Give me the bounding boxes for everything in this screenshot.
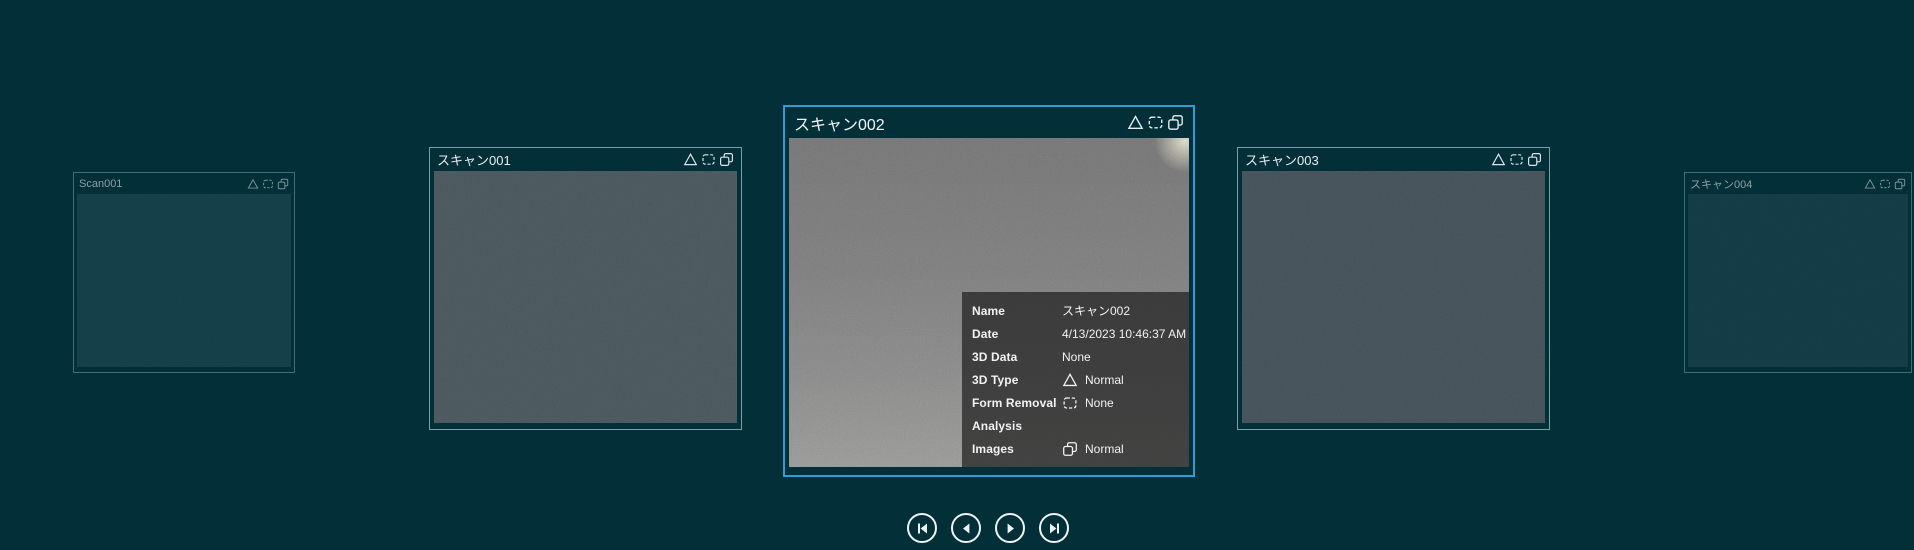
images-icon	[1168, 115, 1183, 130]
scan-status-icons	[1491, 152, 1542, 167]
last-button[interactable]	[1039, 513, 1069, 543]
scan-thumbnail	[1242, 171, 1545, 423]
next-icon	[1007, 523, 1014, 533]
scan-card-scan002-selected[interactable]: スキャン002 Name スキャン002 Date 4/13/2023 10:4…	[783, 105, 1195, 477]
triangle-icon	[1062, 372, 1078, 386]
carousel-navigation	[907, 513, 1069, 543]
next-button[interactable]	[995, 513, 1025, 543]
form-removal-icon	[1880, 179, 1890, 188]
scan-card-title: スキャン001	[437, 153, 511, 168]
scan-carousel-screen: { "page": { "background_color": "#032f39…	[0, 0, 1914, 550]
scan-card-title: スキャン002	[794, 116, 885, 134]
scan-card-titlebar: スキャン004	[1685, 173, 1911, 194]
noise-texture	[434, 171, 737, 423]
scan-preview-image: Name スキャン002 Date 4/13/2023 10:46:37 AM …	[789, 138, 1189, 467]
tooltip-row-analysis: Analysis	[972, 418, 1023, 433]
previous-button[interactable]	[951, 513, 981, 543]
noise-texture	[1242, 171, 1545, 423]
scan-card-scan001-jp[interactable]: スキャン001	[429, 147, 742, 430]
3d-type-triangle-icon	[1127, 115, 1144, 129]
images-icon	[720, 153, 733, 166]
images-icon	[1063, 441, 1077, 456]
scan-status-icons	[1864, 178, 1906, 190]
scan-status-icons	[683, 152, 734, 167]
scan-status-icons	[1127, 114, 1184, 131]
3d-type-triangle-icon	[1491, 152, 1506, 166]
skip-to-first-icon	[917, 523, 927, 533]
scan-info-tooltip: Name スキャン002 Date 4/13/2023 10:46:37 AM …	[962, 292, 1189, 467]
noise-texture	[1688, 194, 1908, 367]
skip-to-last-icon	[1049, 523, 1059, 533]
tooltip-row-date: Date 4/13/2023 10:46:37 AM	[972, 326, 1187, 341]
images-icon	[1894, 178, 1906, 189]
scan-thumbnail	[77, 194, 291, 367]
tooltip-row-images: Images Normal	[972, 441, 1124, 456]
scan-card-scan004[interactable]: スキャン004	[1684, 172, 1912, 373]
form-removal-icon	[1148, 116, 1163, 129]
form-removal-icon	[1063, 396, 1077, 409]
scan-card-title: スキャン004	[1690, 178, 1753, 191]
scan-card-titlebar: スキャン003	[1238, 148, 1549, 171]
3d-type-triangle-icon	[683, 152, 698, 166]
scan-card-titlebar: スキャン002	[785, 107, 1193, 138]
tooltip-row-name: Name スキャン002	[972, 303, 1131, 319]
first-button[interactable]	[907, 513, 937, 543]
tooltip-row-3d-type: 3D Type Normal	[972, 372, 1124, 387]
previous-icon	[962, 523, 969, 533]
form-removal-icon	[263, 179, 273, 188]
noise-texture	[77, 194, 291, 367]
tooltip-row-form-removal: Form Removal None	[972, 395, 1114, 410]
scan-thumbnail	[1688, 194, 1908, 367]
scan-card-scan001-en[interactable]: Scan001	[73, 172, 295, 373]
form-removal-icon	[702, 154, 715, 165]
images-icon	[1528, 153, 1541, 166]
scan-card-title: Scan001	[79, 177, 123, 190]
3d-type-triangle-icon	[247, 178, 259, 189]
form-removal-icon	[1510, 154, 1523, 165]
scan-status-icons	[247, 178, 289, 190]
scan-card-titlebar: スキャン001	[430, 148, 741, 171]
scan-card-titlebar: Scan001	[74, 173, 294, 194]
images-icon	[277, 178, 289, 189]
3d-type-triangle-icon	[1864, 178, 1876, 189]
scan-card-scan003[interactable]: スキャン003	[1237, 147, 1550, 430]
tooltip-row-3d-data: 3D Data None	[972, 349, 1091, 364]
scan-card-title: スキャン003	[1245, 153, 1319, 168]
scan-thumbnail	[434, 171, 737, 423]
